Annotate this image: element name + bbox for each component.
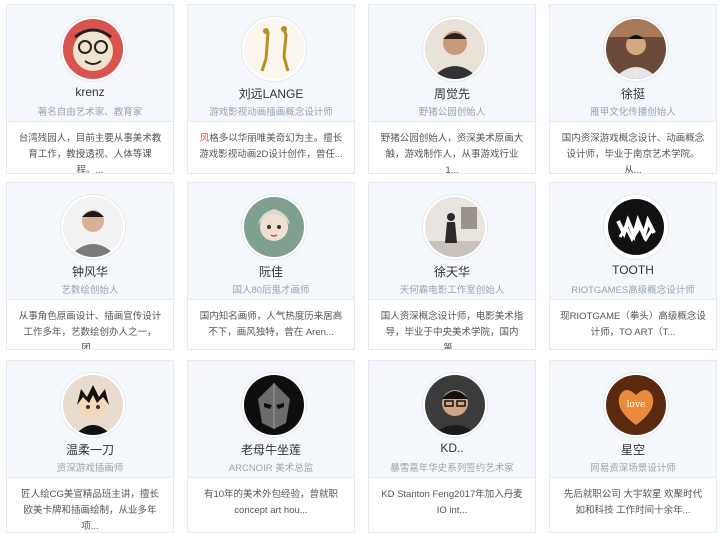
designer-card[interactable]: 阮佳 国人80后鬼才画师 国内知名画师，人气热度历来居高不下，画风独特，曾在 A… — [187, 182, 355, 350]
dark-mask-icon[interactable] — [242, 373, 306, 437]
designer-title: 艺数绘创始人 — [61, 285, 119, 296]
card-header: love 星空 网易资深场景设计师 — [550, 361, 716, 478]
designer-name[interactable]: 徐挺 — [550, 85, 716, 102]
designer-description: 台湾残园人，目前主要从事美术教育工作，教授透视、人体等课程。... — [18, 133, 162, 174]
designer-title: 著名自由艺术家、教育家 — [37, 107, 143, 118]
designer-title: 资深游戏插画师 — [56, 463, 124, 474]
svg-text:love: love — [627, 400, 646, 410]
card-header: 刘远LANGE 游戏影视动画插画概念设计师 — [188, 5, 354, 122]
designer-card[interactable]: 老母牛坐莲 ARCNOIR 美术总监 有10年的美术外包经验，曾就职concep… — [187, 360, 355, 533]
designer-card[interactable]: 温柔一刀 资深游戏插画师 匠人绘CG美宣精品班主讲，擅长欧美卡牌和插画绘制，从业… — [6, 360, 174, 533]
designer-card[interactable]: krenz 著名自由艺术家、教育家 台湾残园人，目前主要从事美术教育工作，教授透… — [6, 4, 174, 174]
designer-title: RIOTGAMES高级概念设计师 — [571, 285, 695, 296]
designer-description: 风格多以华丽唯美奇幻为主。擅长游戏影视动画2D设计创作，曾任... — [188, 122, 354, 173]
designer-description: 有10年的美术外包经验，曾就职concept art hou... — [203, 489, 339, 516]
card-header: 徐天华 天何霸电影工作室创始人 — [369, 183, 535, 300]
designer-description: 国内知名画师，人气热度历来居高不下，画风独特，曾在 Aren... — [199, 311, 343, 338]
designer-card[interactable]: love 星空 网易资深场景设计师 先后就职公司 大宇软星 欢聚时代 如和科技 … — [549, 360, 717, 533]
designer-description: 现RIOTGAME（拳头）高级概念设计师，TO ART（T... — [560, 311, 706, 338]
love-heart-icon[interactable]: love — [604, 373, 668, 437]
designer-card[interactable]: 刘远LANGE 游戏影视动画插画概念设计师 风格多以华丽唯美奇幻为主。擅长游戏影… — [187, 4, 355, 174]
figure-sculpture-icon[interactable] — [242, 17, 306, 81]
designer-name[interactable]: TOOTH — [550, 263, 716, 277]
card-header: krenz 著名自由艺术家、教育家 — [7, 5, 173, 122]
designer-description: 国人资深概念设计师，电影美术指导，毕业于中央美术学院，国内第... — [380, 311, 524, 350]
designer-card[interactable]: TOOTH RIOTGAMES高级概念设计师 现RIOTGAME（拳头）高级概念… — [549, 182, 717, 350]
designer-name[interactable]: 周觉先 — [369, 85, 535, 102]
designer-description: 国内资深游戏概念设计、动画概念设计师，毕业于南京艺术学院。从... — [561, 133, 705, 174]
designer-name[interactable]: KD.. — [369, 441, 535, 455]
designer-description: 野猪公园创始人，资深美术原画大触，游戏制作人，从事游戏行业1... — [380, 133, 524, 174]
man-gallery-icon[interactable] — [423, 195, 487, 259]
card-header: TOOTH RIOTGAMES高级概念设计师 — [550, 183, 716, 300]
card-header: 徐挺 雁甲文化传播创始人 — [550, 5, 716, 122]
man-portrait-icon[interactable] — [423, 17, 487, 81]
card-header: 阮佳 国人80后鬼才画师 — [188, 183, 354, 300]
designer-name[interactable]: 老母牛坐莲 — [188, 441, 354, 458]
card-header: 周觉先 野猪公园创始人 — [369, 5, 535, 122]
designer-description: 先后就职公司 大宇软星 欢聚时代 如和科技 工作时间十余年... — [563, 489, 703, 516]
designer-title: 野猪公园创始人 — [418, 107, 486, 118]
card-header: 温柔一刀 资深游戏插画师 — [7, 361, 173, 478]
designer-description: 匠人绘CG美宣精品班主讲，擅长欧美卡牌和插画绘制，从业多年项... — [21, 489, 159, 531]
desc-highlight: 风 — [199, 133, 210, 144]
woman-painting-icon[interactable] — [242, 195, 306, 259]
designer-name[interactable]: 徐天华 — [369, 263, 535, 280]
man-glasses-icon[interactable] — [423, 373, 487, 437]
designer-card[interactable]: 徐天华 天何霸电影工作室创始人 国人资深概念设计师，电影美术指导，毕业于中央美术… — [368, 182, 536, 350]
designer-card[interactable]: 周觉先 野猪公园创始人 野猪公园创始人，资深美术原画大触，游戏制作人，从事游戏行… — [368, 4, 536, 174]
card-header: KD.. 暴雪嘉年华史系列签约艺术家 — [369, 361, 535, 478]
designer-title: 国人80后鬼才画师 — [232, 285, 310, 296]
face-sketch-icon[interactable] — [61, 17, 125, 81]
designer-card[interactable]: 徐挺 雁甲文化传播创始人 国内资深游戏概念设计、动画概念设计师，毕业于南京艺术学… — [549, 4, 717, 174]
designer-title: ARCNOIR 美术总监 — [228, 463, 314, 474]
designer-description: 从事角色原画设计、插画宣传设计工作多年，艺数绘创办人之一，团... — [18, 311, 162, 350]
designer-title: 天何霸电影工作室创始人 — [399, 285, 505, 296]
designer-name[interactable]: 阮佳 — [188, 263, 354, 280]
designer-name[interactable]: 星空 — [550, 441, 716, 458]
monster-mouth-logo[interactable] — [604, 195, 668, 259]
designer-card[interactable]: KD.. 暴雪嘉年华史系列签约艺术家 KD Stanton Feng2017年加… — [368, 360, 536, 533]
anime-boy-icon[interactable] — [61, 373, 125, 437]
designer-card[interactable]: 钟风华 艺数绘创始人 从事角色原画设计、插画宣传设计工作多年，艺数绘创办人之一，… — [6, 182, 174, 350]
desc-text: 格多以华丽唯美奇幻为主。擅长游戏影视动画2D设计创作，曾任... — [199, 133, 343, 160]
designer-name[interactable]: 温柔一刀 — [7, 441, 173, 458]
designer-title: 网易资深场景设计师 — [590, 463, 676, 474]
designer-title: 雁甲文化传播创始人 — [590, 107, 676, 118]
designer-description: KD Stanton Feng2017年加入丹麦IO int... — [381, 489, 523, 516]
card-header: 钟风华 艺数绘创始人 — [7, 183, 173, 300]
card-header: 老母牛坐莲 ARCNOIR 美术总监 — [188, 361, 354, 478]
designer-name[interactable]: krenz — [7, 85, 173, 99]
designer-name[interactable]: 钟风华 — [7, 263, 173, 280]
designer-title: 暴雪嘉年华史系列签约艺术家 — [390, 463, 514, 474]
designer-title: 游戏影视动画插画概念设计师 — [209, 107, 333, 118]
man-studio-icon[interactable] — [604, 17, 668, 81]
designer-name[interactable]: 刘远LANGE — [188, 85, 354, 102]
man-portrait-icon[interactable] — [61, 195, 125, 259]
